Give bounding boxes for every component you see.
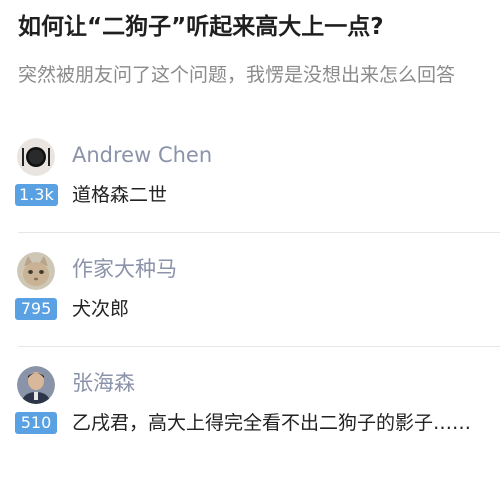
answer-author[interactable]: 张海森 [72, 368, 135, 398]
question-description: 突然被朋友问了这个问题，我愣是没想出来怎么回答 [18, 64, 456, 86]
vote-count-badge[interactable]: 510 [15, 412, 57, 434]
answer-excerpt[interactable]: 乙戌君，高大上得完全看不出二狗子的影子…… [72, 407, 472, 440]
cat-face-icon[interactable] [17, 252, 55, 290]
person-photo-icon[interactable] [17, 366, 55, 404]
question-title: 如何让“二狗子”听起来高大上一点? [18, 14, 384, 40]
vote-count-badge[interactable]: 1.3k [15, 184, 58, 206]
answer-item[interactable]: 作家大种马 795 犬次郎 [0, 252, 500, 364]
divider [18, 232, 500, 233]
plate-cutlery-icon[interactable] [17, 138, 55, 176]
vote-count-badge[interactable]: 795 [15, 298, 57, 320]
answer-author[interactable]: 作家大种马 [72, 254, 177, 284]
answer-item[interactable]: 张海森 510 乙戌君，高大上得完全看不出二狗子的影子…… [0, 366, 500, 478]
answer-excerpt[interactable]: 犬次郎 [72, 293, 472, 326]
answer-item[interactable]: Andrew Chen 1.3k 道格森二世 [0, 138, 500, 250]
divider [18, 346, 500, 347]
answer-excerpt[interactable]: 道格森二世 [72, 179, 472, 212]
answer-author[interactable]: Andrew Chen [72, 140, 212, 170]
